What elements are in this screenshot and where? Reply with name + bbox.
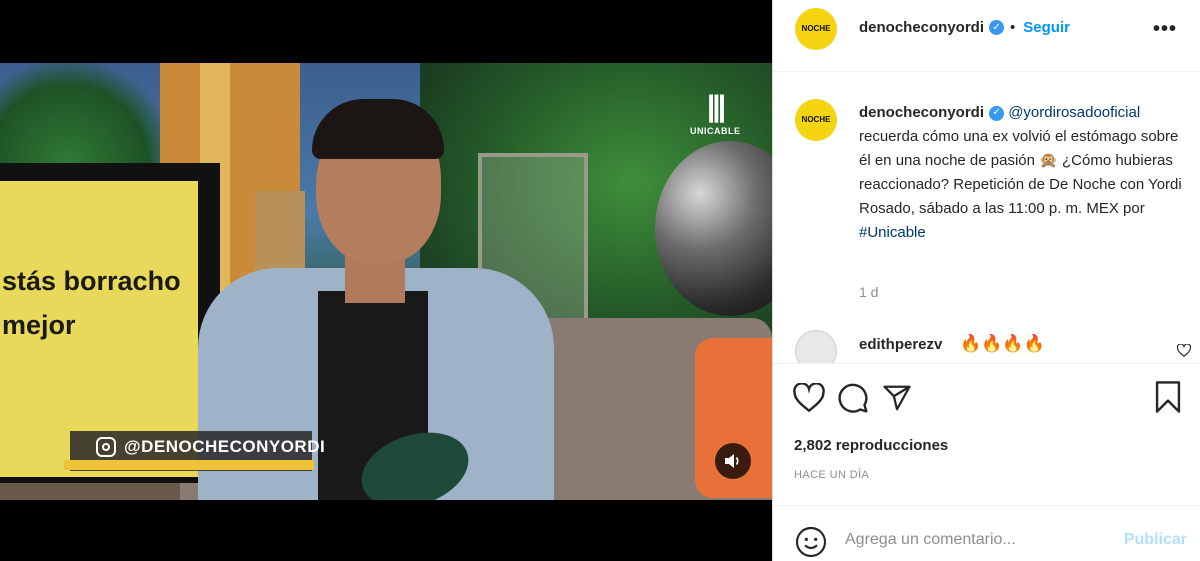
caption-text: denocheconyordi ✓ @yordirosadooficial rec… — [859, 101, 1189, 245]
smiley-icon — [795, 526, 827, 558]
views-count[interactable]: 2,802 reproducciones — [794, 437, 948, 454]
comment-text: 🔥🔥🔥🔥 — [960, 334, 1045, 353]
header-username[interactable]: denocheconyordi — [859, 19, 984, 36]
caption-avatar[interactable]: NOCHE — [795, 99, 837, 141]
comment-like-button[interactable] — [1176, 343, 1192, 362]
unicable-logo-text: UNICABLE — [690, 126, 741, 136]
comment-input[interactable] — [845, 524, 1105, 556]
instagram-icon — [96, 437, 116, 457]
comment-avatar[interactable] — [795, 330, 837, 364]
separator-dot: • — [1010, 19, 1016, 36]
action-icon-row — [793, 380, 925, 416]
save-button[interactable] — [1153, 380, 1189, 416]
verified-badge-icon: ✓ — [989, 20, 1005, 36]
post-date[interactable]: HACE UN DÍA — [794, 469, 869, 481]
caption-verified-badge-icon: ✓ — [989, 105, 1005, 121]
video-player[interactable]: stás borracho mejor @DENOCHECONYORDI |||… — [0, 0, 772, 561]
avatar-logo-text: NOCHE — [801, 24, 831, 33]
screen-text-line-2: mejor — [2, 310, 76, 340]
video-frame[interactable]: stás borracho mejor — [0, 63, 772, 500]
heart-icon — [793, 383, 825, 413]
views-label: reproducciones — [835, 437, 949, 454]
views-number: 2,802 — [794, 437, 832, 454]
heart-outline-icon — [1176, 343, 1192, 358]
watermark-handle: @DENOCHECONYORDI — [124, 437, 326, 456]
bookmark-icon — [1155, 381, 1181, 413]
post-actions: 2,802 reproducciones HACE UN DÍA — [773, 363, 1200, 503]
caption-username[interactable]: denocheconyordi — [859, 104, 984, 121]
profile-avatar[interactable]: NOCHE — [795, 8, 837, 50]
more-options-button[interactable]: ••• — [1153, 18, 1177, 41]
caption-hashtag-link[interactable]: #Unicable — [859, 224, 926, 241]
caption-body: recuerda cómo una ex volvió el estómago … — [859, 128, 1182, 217]
caption-time-ago[interactable]: 1 d — [859, 284, 878, 300]
share-button[interactable] — [881, 380, 925, 416]
post-header: NOCHE denocheconyordi ✓ • Seguir ••• — [773, 0, 1200, 72]
follow-button[interactable]: Seguir — [1023, 19, 1070, 36]
like-button[interactable] — [793, 380, 837, 416]
caption-avatar-logo-text: NOCHE — [801, 115, 831, 124]
mute-button[interactable] — [715, 443, 751, 479]
unicable-logo: ||| UNICABLE — [690, 92, 740, 140]
monitor-screen-text: stás borracho mejor — [2, 259, 198, 347]
unicable-mark-icon: ||| — [706, 90, 726, 123]
comment-bubble-icon — [838, 383, 868, 413]
screen-text-line-1: stás borracho — [2, 266, 181, 296]
comment-button[interactable] — [837, 380, 881, 416]
header-user-line: denocheconyordi ✓ • Seguir — [859, 19, 1070, 37]
comment-avatar-image — [795, 330, 837, 364]
watermark-yellow-bar — [64, 460, 314, 470]
speaker-icon — [725, 454, 739, 468]
add-comment-bar: Publicar — [773, 505, 1200, 561]
comment-item: edithperezv 🔥🔥🔥🔥 — [773, 330, 1200, 364]
publish-button[interactable]: Publicar — [1124, 531, 1187, 549]
caption-section: NOCHE denocheconyordi ✓ @yordirosadoofici… — [773, 73, 1200, 363]
emoji-button[interactable] — [795, 526, 827, 561]
post-sidebar: NOCHE denocheconyordi ✓ • Seguir ••• NOCHE … — [772, 0, 1200, 561]
paper-plane-icon — [883, 385, 911, 411]
comment-username[interactable]: edithperezv — [859, 336, 942, 353]
caption-mention-link[interactable]: @yordirosadooficial — [1008, 104, 1140, 121]
